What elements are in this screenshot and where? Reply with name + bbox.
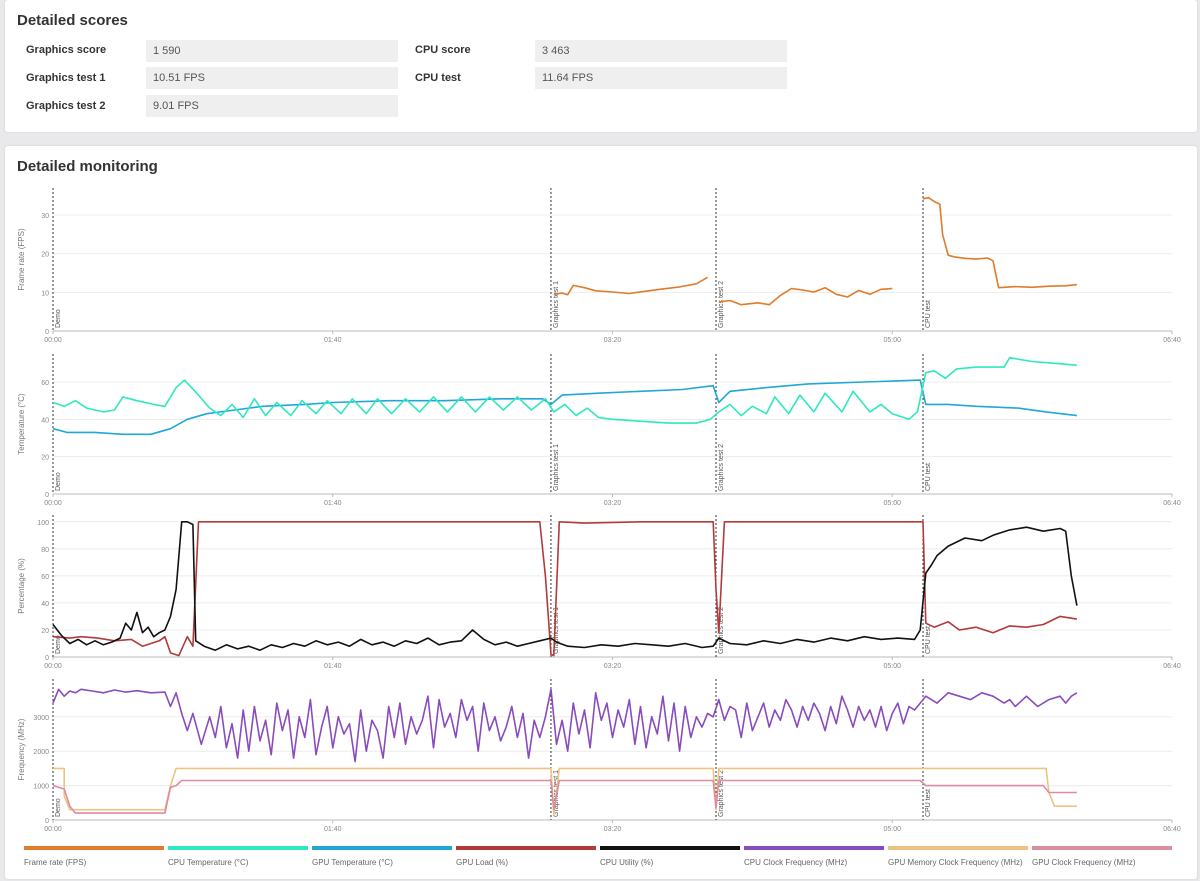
x-tick-label: 00:00: [44, 826, 62, 833]
legend-item: CPU Temperature (°C): [168, 846, 308, 867]
y-tick-label: 20: [41, 628, 49, 635]
y-tick-label: 0: [45, 492, 49, 499]
legend-label: GPU Load (%): [456, 858, 509, 867]
test-marker-label: Demo: [55, 472, 62, 491]
x-tick-label: 06:40: [1163, 826, 1181, 833]
x-tick-label: 00:00: [44, 663, 62, 670]
legend-swatch: [600, 846, 740, 850]
x-tick-label: 03:20: [604, 826, 622, 833]
legend-label: Frame rate (FPS): [24, 858, 87, 867]
chart-panel-1: 0 20 40 60 00:00 01:40 03:20 05:00 06:40 Temperat…: [17, 354, 1181, 507]
legend-swatch: [1032, 846, 1172, 850]
legend-item: GPU Load (%): [456, 846, 596, 867]
legend-label: CPU Temperature (°C): [168, 858, 249, 867]
x-tick-label: 05:00: [883, 826, 901, 833]
legend-label: GPU Memory Clock Frequency (MHz): [888, 858, 1023, 867]
y-tick-label: 2000: [33, 749, 49, 756]
test-marker-label: Graphics test 1: [553, 281, 560, 328]
legend-swatch: [312, 846, 452, 850]
x-tick-label: 03:20: [604, 663, 622, 670]
x-tick-label: 00:00: [44, 337, 62, 344]
test-marker-label: Graphics test 2: [718, 444, 725, 491]
legend-label: CPU Utility (%): [600, 858, 654, 867]
test-marker-label: Graphics test 2: [718, 770, 725, 817]
y-tick-label: 20: [41, 252, 49, 259]
legend-label: GPU Temperature (°C): [312, 858, 393, 867]
test-marker-label: CPU test: [925, 626, 932, 654]
chart-legend: Frame rate (FPS) CPU Temperature (°C) GPU …: [24, 846, 1184, 874]
x-tick-label: 00:00: [44, 500, 62, 507]
series-line: [52, 688, 1078, 763]
y-tick-label: 3000: [33, 715, 49, 722]
legend-swatch: [24, 846, 164, 850]
series-line: [718, 286, 893, 306]
test-marker-label: CPU test: [925, 463, 932, 491]
y-tick-label: 100: [37, 520, 49, 527]
legend-item: Frame rate (FPS): [24, 846, 164, 867]
chart-panel-3: 0 1000 2000 3000 00:00 01:40 03:20 05:00 06:40 Fr…: [17, 679, 1181, 833]
y-tick-label: 60: [41, 380, 49, 387]
y-tick-label: 0: [45, 818, 49, 825]
chart-panel-0: 0 10 20 30 00:00 01:40 03:20 05:00 06:40 Frame ra…: [17, 188, 1181, 344]
legend-swatch: [888, 846, 1028, 850]
legend-swatch: [456, 846, 596, 850]
monitoring-charts: 0 10 20 30 00:00 01:40 03:20 05:00 06:40 Frame ra…: [17, 188, 1181, 833]
x-tick-label: 01:40: [324, 826, 342, 833]
legend-item: CPU Clock Frequency (MHz): [744, 846, 884, 867]
series-line: [922, 196, 1077, 289]
x-tick-label: 05:00: [883, 663, 901, 670]
y-axis-label: Frame rate (FPS): [17, 228, 26, 291]
y-tick-label: 40: [41, 417, 49, 424]
test-marker-label: Demo: [55, 309, 62, 328]
x-tick-label: 01:40: [324, 663, 342, 670]
x-tick-label: 05:00: [883, 337, 901, 344]
test-marker-label: Demo: [55, 798, 62, 817]
y-axis-label: Frequency (MHz): [17, 718, 26, 780]
test-marker-label: Graphics test 1: [553, 444, 560, 491]
legend-item: GPU Clock Frequency (MHz): [1032, 846, 1172, 867]
x-tick-label: 05:00: [883, 500, 901, 507]
x-tick-label: 01:40: [324, 337, 342, 344]
legend-item: GPU Memory Clock Frequency (MHz): [888, 846, 1028, 867]
y-tick-label: 0: [45, 329, 49, 336]
test-marker-label: CPU test: [925, 789, 932, 817]
x-tick-label: 03:20: [604, 500, 622, 507]
y-tick-label: 80: [41, 547, 49, 554]
y-axis-label: Temperature (°C): [17, 393, 26, 455]
y-tick-label: 0: [45, 655, 49, 662]
legend-item: GPU Temperature (°C): [312, 846, 452, 867]
y-tick-label: 60: [41, 574, 49, 581]
x-tick-label: 06:40: [1163, 337, 1181, 344]
legend-swatch: [744, 846, 884, 850]
legend-item: CPU Utility (%): [600, 846, 740, 867]
y-tick-label: 1000: [33, 784, 49, 791]
legend-label: GPU Clock Frequency (MHz): [1032, 858, 1136, 867]
y-tick-label: 20: [41, 455, 49, 462]
legend-swatch: [168, 846, 308, 850]
test-marker-label: Graphics test 2: [718, 281, 725, 328]
y-tick-label: 30: [41, 213, 49, 220]
y-tick-label: 40: [41, 601, 49, 608]
x-tick-label: 03:20: [604, 337, 622, 344]
y-axis-label: Percentage (%): [17, 558, 26, 614]
x-tick-label: 06:40: [1163, 663, 1181, 670]
test-marker-label: CPU test: [925, 300, 932, 328]
legend-label: CPU Clock Frequency (MHz): [744, 858, 848, 867]
y-tick-label: 10: [41, 290, 49, 297]
chart-panel-2: 0 20 40 60 80 100 00:00 01:40 03:20 05:00 06:40 Per…: [17, 515, 1181, 670]
x-tick-label: 01:40: [324, 500, 342, 507]
x-tick-label: 06:40: [1163, 500, 1181, 507]
